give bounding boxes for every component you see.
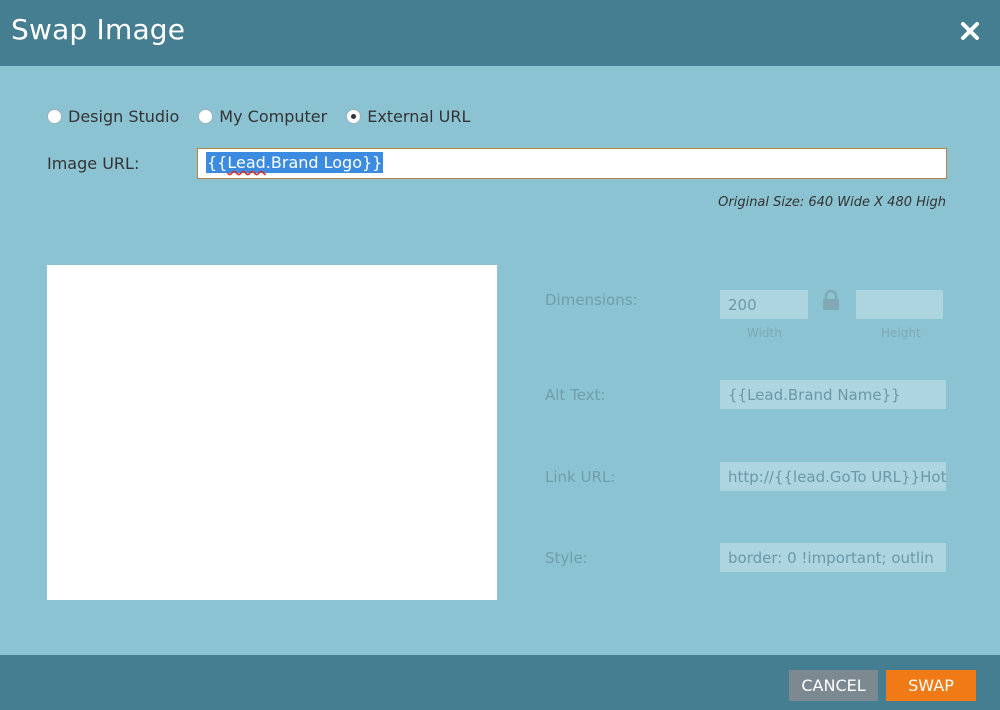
dialog-header: Swap Image xyxy=(0,0,1000,66)
alt-text-input[interactable]: {{Lead.Brand Name}} xyxy=(720,380,946,409)
dialog-title: Swap Image xyxy=(11,13,186,46)
link-url-input[interactable]: http://{{lead.GoTo URL}}Hot xyxy=(720,462,946,491)
close-icon[interactable] xyxy=(958,19,982,43)
url-text-misspelled: Lead xyxy=(227,153,266,172)
image-source-radio-group: Design Studio My Computer External URL xyxy=(47,104,489,128)
radio-button[interactable] xyxy=(198,108,214,124)
radio-external-url[interactable]: External URL xyxy=(346,107,470,126)
image-preview xyxy=(47,265,497,600)
swap-button[interactable]: SWAP xyxy=(886,670,976,701)
radio-selected-dot xyxy=(351,113,357,119)
radio-label: External URL xyxy=(367,106,471,126)
url-text-suffix: .Brand Logo}} xyxy=(265,153,383,172)
radio-button[interactable] xyxy=(47,108,62,124)
radio-button-selected[interactable] xyxy=(346,108,362,124)
style-input[interactable]: border: 0 !important; outlin xyxy=(720,543,946,572)
cancel-button[interactable]: CANCEL xyxy=(789,670,878,701)
original-size-text: Original Size: 640 Wide X 480 High xyxy=(718,195,946,210)
alt-text-label: Alt Text: xyxy=(545,386,606,404)
image-url-input[interactable]: {{Lead.Brand Logo}} xyxy=(197,148,947,179)
selected-url-text: {{Lead.Brand Logo}} xyxy=(206,152,384,173)
style-label: Style: xyxy=(545,549,588,567)
lock-icon[interactable] xyxy=(821,289,841,311)
swap-image-dialog: Swap Image Design Studio My Computer Ext… xyxy=(0,0,1000,710)
radio-label: Design Studio xyxy=(68,106,180,126)
image-url-label: Image URL: xyxy=(47,154,140,173)
dimensions-label: Dimensions: xyxy=(545,291,638,309)
radio-design-studio[interactable]: Design Studio xyxy=(47,107,179,126)
link-url-label: Link URL: xyxy=(545,468,616,486)
url-text-prefix: {{ xyxy=(207,153,228,172)
width-sub-label: Width xyxy=(747,326,782,340)
radio-label: My Computer xyxy=(219,106,328,126)
width-input[interactable]: 200 xyxy=(720,290,808,319)
height-input[interactable] xyxy=(856,290,943,319)
radio-my-computer[interactable]: My Computer xyxy=(198,107,327,126)
height-sub-label: Height xyxy=(881,326,921,340)
